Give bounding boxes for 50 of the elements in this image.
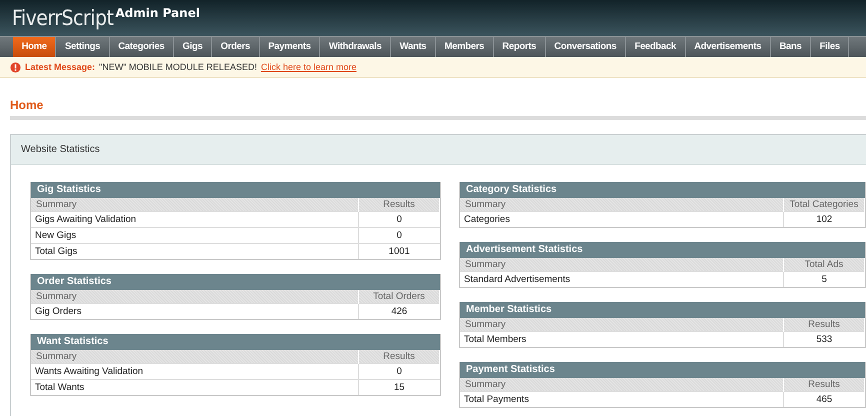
table-cell: Categories <box>460 212 784 227</box>
column-header: Summary <box>460 198 784 212</box>
column-header: Results <box>784 318 864 332</box>
table-title: Order Statistics <box>31 274 440 290</box>
table-cell: 465 <box>784 392 864 407</box>
column-header: Summary <box>460 258 784 272</box>
panel-title: Website Statistics <box>11 135 866 165</box>
table-title: Advertisement Statistics <box>460 242 865 258</box>
header-subtitle: Admin Panel <box>115 6 200 20</box>
nav-tab[interactable]: Home <box>13 37 56 57</box>
table-cell: Gig Orders <box>31 304 358 319</box>
column-header: Summary <box>460 378 784 392</box>
column-header: Summary <box>31 198 358 212</box>
column-header: Total Ads <box>784 258 864 272</box>
table-cell: 0 <box>358 212 440 228</box>
table-cell: 102 <box>784 212 864 227</box>
logo: FiverrScript <box>12 6 114 30</box>
table-cell: 5 <box>784 272 864 287</box>
table-cell: Wants Awaiting Validation <box>31 364 358 380</box>
learn-more-link[interactable]: Click here to learn more <box>260 62 356 72</box>
table-cell: 15 <box>358 380 440 395</box>
column-header: Summary <box>31 290 358 304</box>
table-cell: Total Payments <box>460 392 784 407</box>
table-cell: Total Wants <box>31 380 358 395</box>
column-header: Summary <box>460 318 784 332</box>
table-cell: 0 <box>358 228 440 244</box>
column-header: Results <box>784 378 864 392</box>
table-title: Member Statistics <box>460 302 865 318</box>
table-cell: 533 <box>784 332 864 347</box>
page-title: Home <box>10 98 44 112</box>
table-title: Payment Statistics <box>460 362 865 378</box>
message-label: Latest Message: <box>25 62 96 72</box>
table-cell: 1001 <box>358 244 440 259</box>
column-header: Summary <box>31 350 358 364</box>
column-header: Results <box>358 198 440 212</box>
table-cell: Standard Advertisements <box>460 272 784 287</box>
table-title: Gig Statistics <box>31 182 440 198</box>
column-header: Total Orders <box>358 290 440 304</box>
message-text: "NEW" MOBILE MODULE RELEASED! <box>99 62 257 72</box>
column-header: Results <box>358 350 440 364</box>
table-cell: 426 <box>358 304 440 319</box>
table-cell: Gigs Awaiting Validation <box>31 212 358 228</box>
table-cell: 0 <box>358 364 440 380</box>
table-title: Want Statistics <box>31 334 440 350</box>
column-header: Total Categories <box>784 198 864 212</box>
table-cell: Total Members <box>460 332 784 347</box>
alert-icon <box>10 62 21 72</box>
table-title: Category Statistics <box>460 182 865 198</box>
table-cell: New Gigs <box>31 228 358 244</box>
table-cell: Total Gigs <box>31 244 358 259</box>
